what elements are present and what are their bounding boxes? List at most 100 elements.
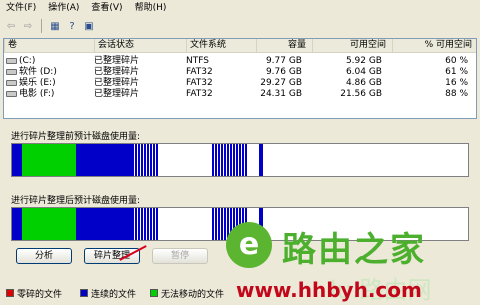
usage-block-contiguous (242, 144, 244, 176)
volume-cell: 60 % (445, 56, 468, 66)
usage-block-contiguous (224, 144, 226, 176)
volume-cell: 16 % (445, 78, 468, 88)
volume-cell: FAT32 (186, 67, 213, 77)
menu-item-0[interactable]: 文件(F) (0, 0, 42, 16)
volume-cell: 21.56 GB (340, 89, 382, 99)
legend-contiguous: 连续的文件 (80, 287, 136, 300)
volume-row[interactable]: (C:) 已整理碎片 NTFS 9.77 GB 5.92 GB 60 % (4, 56, 476, 67)
watermark-text: 路由之家 (282, 230, 426, 270)
drive-icon (6, 68, 17, 75)
volume-cell: 已整理碎片 (94, 78, 140, 88)
volume-row[interactable]: 软件 (D:) 已整理碎片 FAT32 9.76 GB 6.04 GB 61 % (4, 67, 476, 78)
back-arrow-icon[interactable]: ⇦ (4, 19, 18, 33)
usage-block-contiguous (135, 144, 137, 176)
volume-row[interactable]: 娱乐 (E:) 已整理碎片 FAT32 29.27 GB 4.86 GB 16 % (4, 78, 476, 89)
usage-block-contiguous (215, 208, 217, 240)
legend-swatch-green (150, 289, 158, 297)
column-header[interactable]: 容量 (256, 39, 312, 52)
column-header[interactable]: 可用空间 (312, 39, 392, 52)
defrag-button[interactable]: 碎片整理 (84, 248, 140, 264)
usage-block-contiguous (12, 208, 22, 240)
menu-item-2[interactable]: 查看(V) (85, 0, 128, 16)
menu-item-1[interactable]: 操作(A) (42, 0, 85, 16)
usage-block-contiguous (215, 144, 217, 176)
volume-cell: FAT32 (186, 78, 213, 88)
menu-item-3[interactable]: 帮助(H) (129, 0, 173, 16)
volume-cell: 24.31 GB (260, 89, 302, 99)
legend-fragmented: 零碎的文件 (6, 287, 63, 300)
toolbar-separator (41, 19, 42, 33)
legend-label: 零碎的文件 (17, 289, 63, 300)
volume-cell: 9.76 GB (265, 67, 302, 77)
usage-block-contiguous (245, 144, 247, 176)
watermark-url: www.hhbyh.com (236, 278, 422, 302)
volume-cell: 已整理碎片 (94, 89, 140, 99)
usage-block-contiguous (135, 208, 137, 240)
usage-block-contiguous (156, 144, 158, 176)
usage-block-contiguous (150, 208, 152, 240)
usage-block-contiguous (150, 144, 152, 176)
drive-icon (6, 79, 17, 86)
usage-block-contiguous (141, 208, 143, 240)
pause-button[interactable]: 暂停 (152, 248, 208, 264)
legend-label: 无法移动的文件 (161, 289, 225, 300)
usage-block-contiguous (147, 144, 149, 176)
drive-icon (6, 90, 17, 97)
legend-swatch-red (6, 289, 14, 297)
column-header[interactable]: 文件系统 (186, 39, 256, 52)
usage-block-contiguous (236, 144, 238, 176)
before-usage-label: 进行碎片整理前预计磁盘使用量: (11, 132, 141, 142)
usage-block-contiguous (156, 208, 158, 240)
usage-block-contiguous (218, 144, 220, 176)
volume-list-header: 卷会话状态 文件系统 容量 可用空间% 可用空间 (4, 39, 476, 53)
usage-block-unmovable (22, 144, 76, 176)
legend-unmovable: 无法移动的文件 (150, 287, 225, 300)
volume-row[interactable]: 电影 (F:) 已整理碎片 FAT32 24.31 GB 21.56 GB 88 % (4, 89, 476, 100)
usage-block-contiguous (132, 208, 134, 240)
usage-block-contiguous (259, 144, 263, 176)
usage-block-contiguous (12, 144, 22, 176)
usage-block-contiguous (212, 208, 214, 240)
column-header[interactable]: % 可用空间 (392, 39, 476, 52)
refresh-icon[interactable]: ▣ (82, 19, 96, 33)
volume-cell: FAT32 (186, 89, 213, 99)
usage-block-contiguous (138, 144, 140, 176)
forward-arrow-icon[interactable]: ⇨ (21, 19, 35, 33)
usage-block-contiguous (141, 144, 143, 176)
after-usage-label: 进行碎片整理后预计磁盘使用量: (11, 196, 141, 206)
volume-cell: 娱乐 (E:) (4, 78, 94, 89)
column-header[interactable]: 会话状态 (94, 39, 186, 52)
usage-block-contiguous (233, 144, 235, 176)
usage-block-contiguous (227, 144, 229, 176)
usage-block-contiguous (132, 144, 134, 176)
volume-cell: 软件 (D:) (4, 67, 94, 78)
usage-block-contiguous (230, 144, 232, 176)
help-icon[interactable]: ? (65, 19, 79, 33)
volume-cell: 9.77 GB (265, 56, 302, 66)
usage-block-contiguous (144, 208, 146, 240)
volume-cell: 4.86 GB (345, 78, 382, 88)
drive-icon (6, 57, 17, 64)
usage-block-contiguous (76, 208, 132, 240)
volume-cell: 已整理碎片 (94, 67, 140, 77)
toolbar: ⇦ ⇨ ▦? ▣ (0, 16, 480, 36)
volume-cell: 6.04 GB (345, 67, 382, 77)
usage-block-contiguous (239, 144, 241, 176)
analyze-button[interactable]: 分析 (16, 248, 72, 264)
volume-cell: 电影 (F:) (4, 89, 94, 100)
usage-block-contiguous (144, 144, 146, 176)
volume-list[interactable]: 卷会话状态 文件系统 容量 可用空间% 可用空间 (C:) 已整理碎片 NTFS 9.77 G… (3, 38, 477, 119)
properties-icon[interactable]: ▦ (48, 19, 62, 33)
usage-block-contiguous (218, 208, 220, 240)
usage-block-contiguous (147, 208, 149, 240)
before-usage-map (11, 143, 469, 177)
column-header[interactable]: 卷 (4, 39, 94, 52)
menu-bar: 文件(F) 操作(A) 查看(V) 帮助(H) (0, 0, 480, 16)
volume-cell: (C:) (4, 56, 94, 67)
legend-swatch-blue (80, 289, 88, 297)
usage-block-contiguous (224, 208, 226, 240)
volume-cell: 已整理碎片 (94, 56, 140, 66)
usage-block-contiguous (212, 144, 214, 176)
volume-cell: 29.27 GB (260, 78, 302, 88)
volume-cell: 88 % (445, 89, 468, 99)
